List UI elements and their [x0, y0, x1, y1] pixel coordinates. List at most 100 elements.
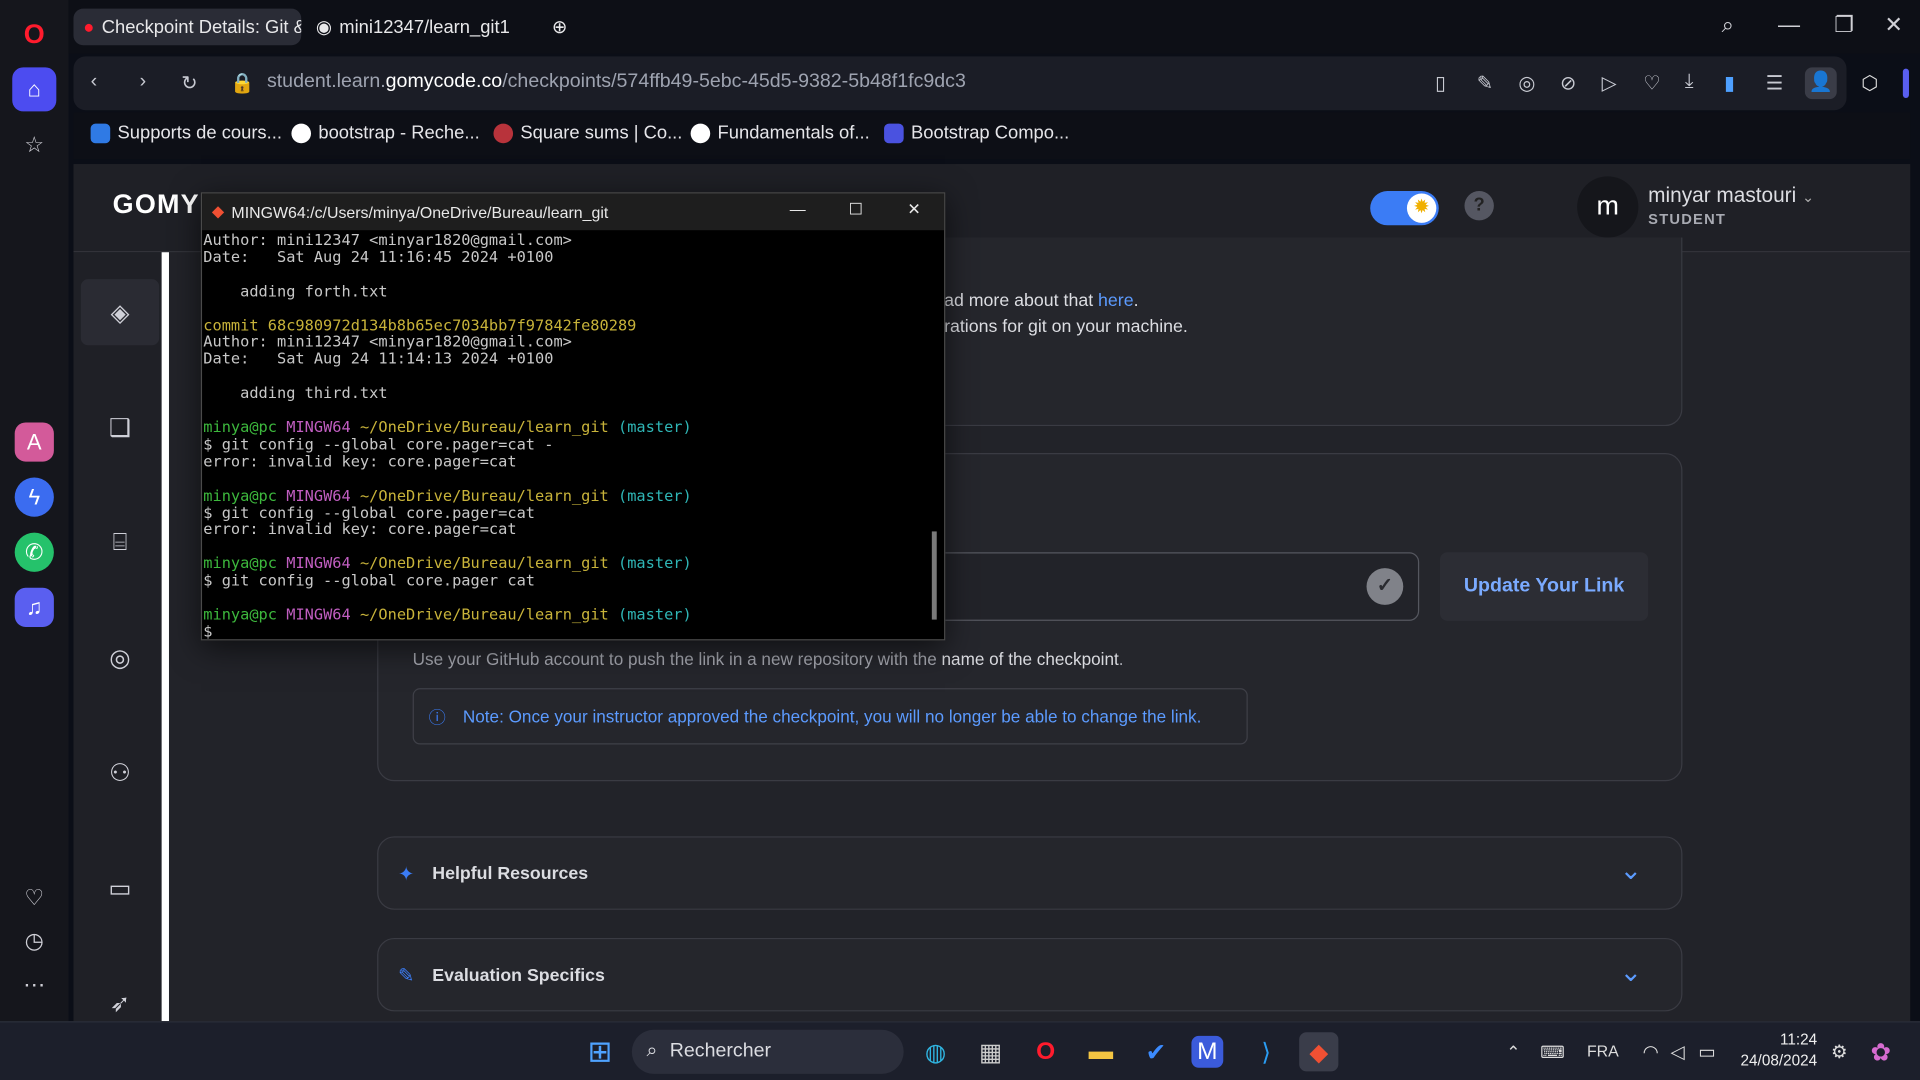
forward-icon[interactable]: ›	[140, 71, 147, 93]
text: name of the checkpoint	[941, 648, 1119, 669]
history-icon[interactable]: ◷	[12, 918, 56, 962]
minimize-icon[interactable]: —	[1778, 12, 1800, 38]
info-icon: ⓘ	[428, 707, 446, 728]
help-icon[interactable]: ?	[1464, 191, 1494, 221]
download-icon[interactable]: ⤓	[1685, 71, 1694, 93]
bookmark-item[interactable]: Square sums | Co...	[493, 122, 682, 143]
laptop-icon[interactable]: ▭	[81, 855, 159, 921]
search-tabs-icon[interactable]: ⌕	[1722, 12, 1734, 38]
app-icon[interactable]: M	[1191, 1035, 1224, 1068]
git-bash-taskbar-icon[interactable]: ◆	[1299, 1032, 1339, 1072]
users-icon[interactable]: ⚇	[81, 740, 159, 806]
bookmark-item[interactable]: Bootstrap Compo...	[884, 122, 1069, 143]
terminal-line: Author: mini12347 <minyar1820@gmail.com>	[203, 332, 572, 351]
update-link-button[interactable]: Update Your Link	[1440, 552, 1649, 621]
new-tab-button[interactable]: ⊕	[544, 9, 576, 46]
aria-icon[interactable]: A	[14, 422, 54, 462]
messenger-icon[interactable]: ϟ	[14, 477, 54, 517]
bootstrap-icon	[884, 123, 904, 143]
user-menu[interactable]: minyar mastouri ⌄	[1648, 184, 1814, 208]
note-box: ⓘ Note: Once your instructor approved th…	[412, 688, 1248, 745]
avatar[interactable]: m	[1577, 176, 1639, 238]
reader-icon[interactable]: ▯	[1435, 71, 1446, 95]
address-bar: ‹ › ↻ 🔒 student.learn.gomycode.co/checkp…	[73, 56, 1847, 111]
copilot-icon[interactable]: ✿	[1861, 1032, 1900, 1071]
opera-logo-icon[interactable]: O	[12, 12, 56, 56]
heart-icon[interactable]: ♡	[12, 876, 56, 920]
restore-icon[interactable]: ❐	[1834, 12, 1854, 38]
evaluation-specifics-accordion[interactable]: ✎ Evaluation Specifics ⌄	[377, 937, 1683, 1012]
terminal-titlebar[interactable]: ◆ MINGW64:/c/Users/minya/OneDrive/Bureau…	[202, 193, 945, 231]
url-path: /checkpoints/574ffb49-5ebc-45d5-9382-5b4…	[502, 71, 966, 92]
prompt-branch: (master)	[618, 485, 692, 504]
adblock-icon[interactable]: ⊘	[1560, 71, 1576, 95]
bookmark-item[interactable]: Fundamentals of...	[690, 122, 870, 143]
tab-github[interactable]: ◉ mini12347/learn_git1	[306, 9, 514, 46]
profile-icon[interactable]: 👤	[1804, 67, 1837, 100]
prompt-path: ~/OneDrive/Bureau/learn_git	[359, 553, 609, 573]
git-bash-window[interactable]: ◆ MINGW64:/c/Users/minya/OneDrive/Bureau…	[200, 192, 946, 641]
back-icon[interactable]: ‹	[91, 71, 98, 93]
target-icon[interactable]: ◎	[81, 624, 159, 690]
keyboard-icon[interactable]: ⌨	[1533, 1032, 1572, 1071]
favorite-icon[interactable]: ♡	[1643, 71, 1661, 95]
music-icon[interactable]: ♫	[14, 587, 54, 627]
nav-scrollbar[interactable]	[161, 252, 169, 1022]
clock[interactable]: 11:24 24/08/2024	[1736, 1030, 1818, 1072]
terminal-output[interactable]: Author: mini12347 <minyar1820@gmail.com>…	[202, 230, 944, 640]
bookmark-item[interactable]: Supports de cours...	[90, 122, 282, 143]
left-nav: ◈ ❑ ⌸ ◎ ⚇ ▭ ➶	[73, 252, 167, 1022]
accordion-title: Evaluation Specifics	[432, 966, 605, 986]
bookmark-item[interactable]: bootstrap - Reche...	[291, 122, 480, 143]
easy-setup-icon[interactable]: ☰	[1766, 71, 1784, 95]
opera-taskbar-icon[interactable]: O	[1026, 1032, 1065, 1071]
theme-toggle[interactable]: ✹	[1370, 191, 1439, 226]
site-logo[interactable]: GOMY	[113, 189, 200, 221]
close-icon[interactable]: ✕	[907, 200, 920, 220]
file-explorer-icon[interactable]: ▬	[1081, 1032, 1120, 1071]
chevron-down-icon[interactable]: ⌄	[1619, 855, 1642, 887]
edge-icon[interactable]: ◍	[916, 1032, 955, 1071]
flow-icon[interactable]: ▷	[1602, 71, 1617, 95]
share-icon[interactable]: ✎	[1477, 71, 1493, 95]
taskbar-search[interactable]: ⌕ Rechercher	[631, 1029, 904, 1074]
rocket-icon[interactable]: ➶	[81, 970, 159, 1021]
monitor-icon	[90, 123, 111, 143]
here-link[interactable]: here	[1098, 291, 1134, 311]
settings-gear-icon[interactable]: ⚙	[1820, 1032, 1859, 1071]
user-name: minyar mastouri	[1648, 183, 1797, 207]
opera-tab-icon: ●	[83, 16, 95, 38]
close-icon[interactable]: ✕	[1884, 12, 1902, 38]
layers-icon[interactable]: ◈	[80, 279, 160, 346]
clock-date: 24/08/2024	[1740, 1051, 1818, 1069]
language-indicator[interactable]: FRA	[1587, 1042, 1619, 1060]
helpful-resources-accordion[interactable]: ✦ Helpful Resources ⌄	[377, 836, 1683, 910]
star-icon[interactable]: ☆	[12, 122, 56, 166]
store-icon[interactable]: ▦	[971, 1032, 1010, 1071]
tab-strip: ● Checkpoint Details: Git & ◉ mini12347/…	[68, 0, 1920, 54]
terminal-scrollbar[interactable]	[931, 531, 937, 620]
vscode-icon[interactable]: ⟩	[1247, 1032, 1286, 1071]
battery-status-icon[interactable]: ▭	[1687, 1032, 1726, 1071]
maximize-icon[interactable]: ☐	[849, 200, 863, 220]
minimize-icon[interactable]: —	[790, 200, 806, 218]
whatsapp-icon[interactable]: ✆	[14, 532, 54, 572]
tab-label: mini12347/learn_git1	[339, 16, 510, 38]
bookmark-icon[interactable]: ⌸	[81, 509, 159, 575]
bookmarks-bar: Supports de cours... bootstrap - Reche..…	[73, 112, 1911, 160]
github-icon: ◉	[315, 17, 332, 38]
chevron-up-icon[interactable]: ⌃	[1494, 1032, 1533, 1071]
todo-icon[interactable]: ✔	[1136, 1032, 1175, 1071]
battery-icon[interactable]: ▮	[1724, 71, 1735, 95]
camera-icon[interactable]: ◎	[1518, 71, 1535, 95]
book-icon[interactable]: ❑	[81, 394, 159, 460]
url-field[interactable]: student.learn.gomycode.co/checkpoints/57…	[267, 71, 966, 93]
more-icon[interactable]: ⋯	[12, 962, 56, 1006]
reload-icon[interactable]: ↻	[181, 71, 197, 95]
windows-start-icon[interactable]: ⊞	[580, 1032, 619, 1071]
tab-checkpoint[interactable]: ● Checkpoint Details: Git &	[73, 8, 302, 46]
bookmark-label: Bootstrap Compo...	[911, 122, 1070, 144]
home-icon[interactable]: ⌂	[12, 67, 57, 112]
extensions-icon[interactable]: ⬡	[1861, 71, 1878, 95]
chevron-down-icon[interactable]: ⌄	[1619, 956, 1642, 988]
